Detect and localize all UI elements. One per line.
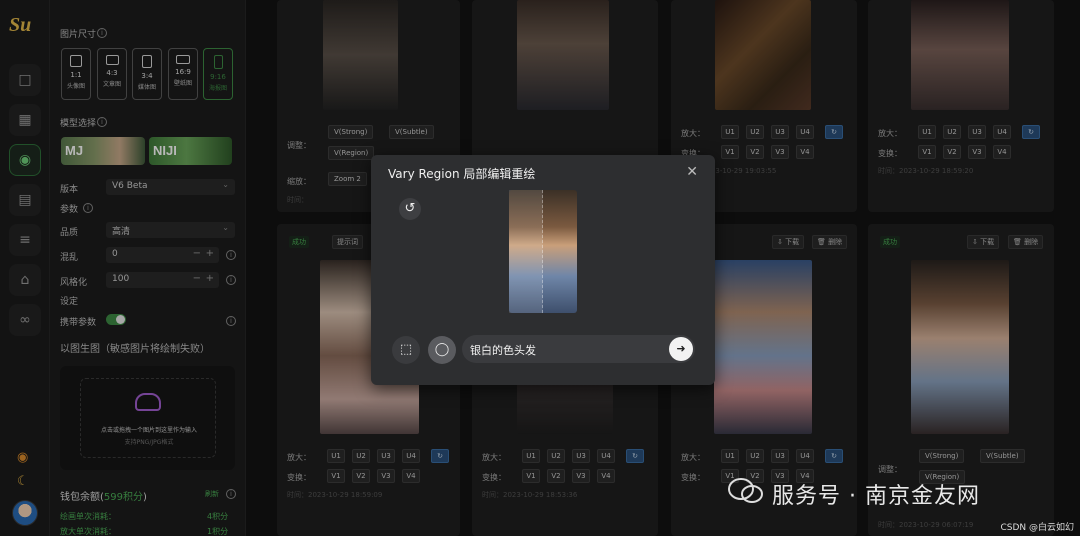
selection-mask [509,190,543,313]
prompt-value[interactable]: 银白的色头发 [470,342,536,358]
app-root: Sи □ ▦ ◉ ▤ ≡ ⌂ ∞ ◉ ☾ 图片尺寸 i 1:1 头像图 4:3 … [0,0,1080,536]
undo-icon[interactable]: ↺ [399,198,421,220]
send-button[interactable]: ➜ [669,337,693,361]
prompt-input[interactable]: 银白的色头发 ➜ [462,335,695,363]
modal-title: Vary Region 局部编辑重绘 [388,167,536,181]
wechat-icon [728,478,763,503]
csdn-credit: CSDN @白云如幻 [1000,523,1074,533]
watermark-text: 服务号 · 南京金友网 [772,484,980,509]
rectangle-select-icon[interactable]: ⬚ [392,336,420,364]
close-icon[interactable]: ✕ [686,164,698,180]
vary-region-modal: Vary Region 局部编辑重绘 ✕ ↺ ⬚ ◯ 银白的色头发 ➜ [371,155,715,385]
lasso-select-icon[interactable]: ◯ [428,336,456,364]
region-preview-image[interactable] [509,190,577,313]
